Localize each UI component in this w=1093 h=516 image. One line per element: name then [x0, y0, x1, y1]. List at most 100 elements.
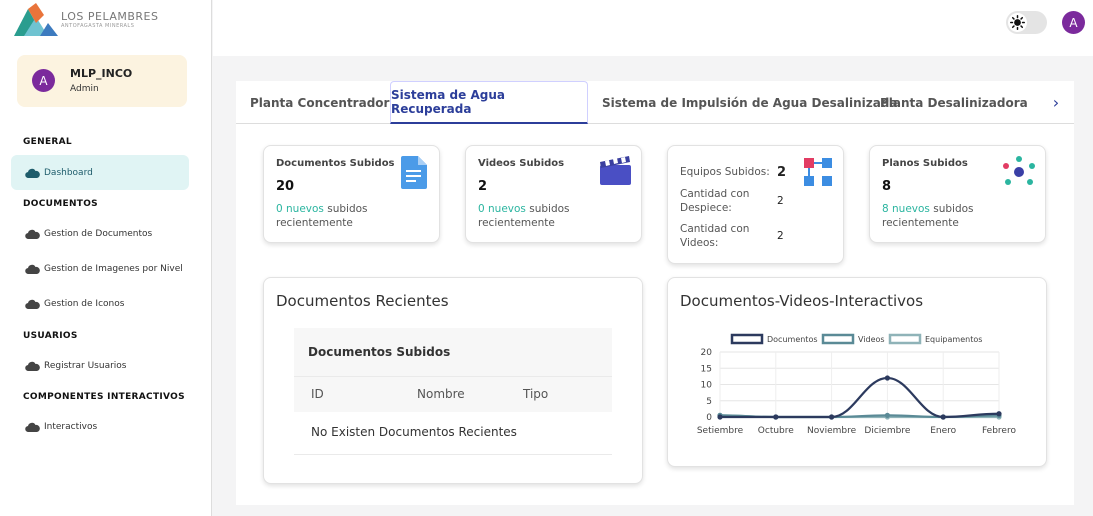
top-bar	[213, 0, 1093, 56]
data-point	[884, 375, 890, 381]
sidebar-item-label: Registrar Usuarios	[44, 360, 127, 371]
card-planos: Planos Subidos 8 8 nuevos subidos recien…	[869, 145, 1046, 243]
new-count: 0 nuevos	[478, 203, 526, 215]
cloud-icon	[25, 229, 40, 239]
y-tick-label: 5	[706, 397, 712, 407]
series-line	[720, 376, 1000, 419]
empty-message: No Existen Documentos Recientes	[311, 425, 517, 439]
card-value: 8	[882, 179, 892, 194]
user-avatar-button[interactable]: A	[1062, 11, 1085, 34]
user-role: Admin	[70, 84, 99, 94]
recent-documents-title: Documentos Recientes	[276, 292, 449, 310]
card-title: Planos Subidos	[882, 158, 968, 169]
logo-subtitle: ANTOFAGASTA MINERALS	[61, 22, 135, 29]
sun-icon	[1010, 15, 1025, 30]
videos-label: Cantidad con Videos:	[680, 223, 750, 249]
tab-planta-concentradora[interactable]: Planta Concentradora	[250, 81, 398, 124]
sidebar-item-label: Dashboard	[44, 167, 93, 178]
card-videos: Videos Subidos 2 0 nuevos subidos recien…	[465, 145, 642, 243]
avatar[interactable]: A	[32, 69, 55, 92]
sidebar-item-registrar-usuarios[interactable]: Registrar Usuarios	[11, 348, 189, 383]
logo-mountain-icon	[14, 3, 58, 36]
legend-swatch	[821, 333, 855, 345]
sidebar-item-label: Gestion de Imagenes por Nivel	[44, 263, 183, 274]
table-header: ID Nombre Tipo	[294, 376, 612, 412]
tab-sistema-agua-recuperada[interactable]: Sistema de Agua Recuperada	[390, 81, 588, 124]
card-title: Videos Subidos	[478, 158, 565, 169]
despiece-label: Cantidad con Despiece:	[680, 188, 750, 214]
y-tick-label: 20	[701, 348, 713, 358]
card-documentos: Documentos Subidos 20 0 nuevos subidos r…	[263, 145, 440, 243]
x-tick-label: Setiembre	[697, 426, 744, 436]
sidebar-item-label: Gestion de Documentos	[44, 228, 153, 239]
card-value: 2	[478, 179, 488, 194]
card-equipos: Equipos Subidos: 2 Cantidad con Despiece…	[667, 145, 844, 264]
videos-value: 2	[777, 230, 784, 242]
new-count: 0 nuevos	[276, 203, 324, 215]
company-logo[interactable]: LOS PELAMBRES ANTOFAGASTA MINERALS	[14, 3, 158, 36]
data-point	[773, 414, 779, 420]
sidebar: LOS PELAMBRES ANTOFAGASTA MINERALS A MLP…	[0, 0, 212, 516]
equipos-label: Equipos Subidos:	[680, 166, 770, 178]
user-card: A MLP_INCO Admin	[17, 55, 187, 107]
sidebar-item-label: Gestion de Iconos	[44, 298, 125, 309]
logo-title: LOS PELAMBRES	[61, 9, 159, 23]
sidebar-item-gestion-imagenes[interactable]: Gestion de Imagenes por Nivel	[11, 251, 189, 286]
molecule-icon	[1003, 156, 1035, 185]
sidebar-item-label: Interactivos	[44, 421, 98, 432]
cloud-icon	[25, 422, 40, 432]
legend-swatch	[888, 333, 922, 345]
document-icon	[401, 156, 427, 189]
cloud-icon	[25, 299, 40, 309]
legend-label: Videos	[858, 335, 885, 344]
section-general: GENERAL	[23, 137, 72, 147]
clapperboard-icon	[600, 156, 631, 185]
cloud-icon	[25, 361, 40, 371]
equipos-value: 2	[777, 165, 787, 180]
tab-planta-desalinizadora[interactable]: Planta Desalinizadora	[880, 81, 1028, 124]
line-chart: 0 5 10 15 20 Setiembre Octubre Noviembre Diciemb…	[697, 333, 1016, 436]
data-point	[717, 414, 723, 420]
card-value: 20	[276, 179, 295, 194]
column-header-tipo[interactable]: Tipo	[523, 387, 548, 401]
tabs-next-button[interactable]: ›	[1038, 81, 1074, 124]
y-tick-label: 0	[706, 413, 712, 423]
sidebar-item-dashboard[interactable]: Dashboard	[11, 155, 189, 190]
chart-card: Documentos-Videos-Interactivos 0 5 10 15 20 S…	[667, 277, 1047, 467]
sidebar-item-gestion-iconos[interactable]: Gestion de Iconos	[11, 286, 189, 321]
recent-documents-card: Documentos Recientes Documentos Subidos …	[263, 277, 643, 484]
network-icon	[804, 158, 832, 186]
x-tick-label: Febrero	[982, 426, 1016, 436]
data-point	[996, 411, 1002, 417]
y-tick-label: 10	[701, 381, 713, 391]
x-tick-label: Diciembre	[864, 426, 910, 436]
cloud-icon	[25, 264, 40, 274]
legend-label: Documentos	[767, 335, 818, 344]
despiece-value: 2	[777, 195, 784, 207]
y-tick-label: 15	[701, 364, 712, 374]
column-header-nombre[interactable]: Nombre	[417, 387, 465, 401]
legend-swatch	[730, 333, 764, 345]
new-count: 8 nuevos	[882, 203, 930, 215]
x-tick-label: Enero	[930, 426, 956, 436]
x-tick-label: Noviembre	[807, 426, 857, 436]
column-header-id[interactable]: ID	[311, 387, 324, 401]
x-tick-label: Octubre	[758, 426, 794, 436]
user-name: MLP_INCO	[70, 67, 133, 80]
legend-label: Equipamentos	[925, 335, 982, 344]
data-point	[829, 414, 835, 420]
table-empty-row: No Existen Documentos Recientes	[294, 412, 612, 455]
data-point	[940, 414, 946, 420]
tab-sistema-impulsion[interactable]: Sistema de Impulsión de Agua Desalinizad…	[602, 81, 898, 124]
card-footer: 8 nuevos subidos recientemente	[882, 202, 1012, 230]
section-componentes: COMPONENTES INTERACTIVOS	[23, 392, 185, 402]
theme-toggle[interactable]	[1006, 11, 1047, 34]
section-documentos: DOCUMENTOS	[23, 199, 98, 209]
card-title: Documentos Subidos	[276, 158, 395, 169]
data-point	[884, 412, 890, 418]
card-footer: 0 nuevos subidos recientemente	[478, 202, 608, 230]
card-footer: 0 nuevos subidos recientemente	[276, 202, 406, 230]
section-usuarios: USUARIOS	[23, 331, 78, 341]
sidebar-item-gestion-documentos[interactable]: Gestion de Documentos	[11, 216, 189, 251]
sidebar-item-interactivos[interactable]: Interactivos	[11, 409, 189, 444]
